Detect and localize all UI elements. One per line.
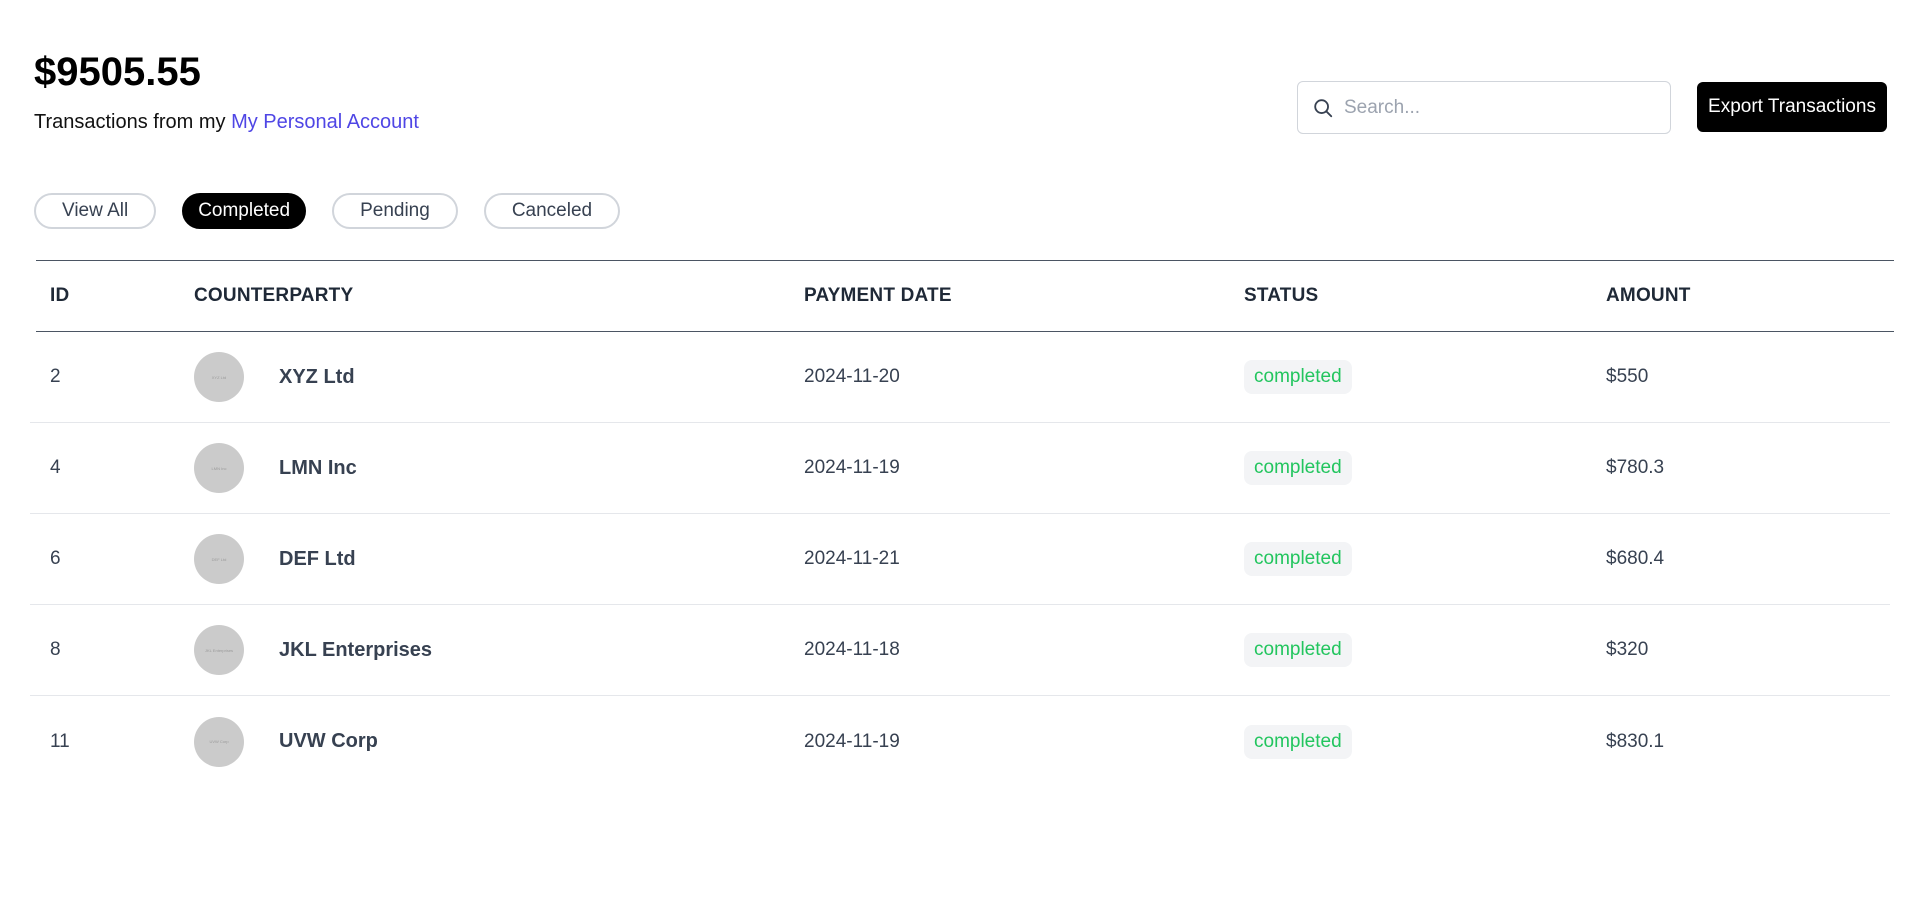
row-counterparty: UVW Corp UVW Corp (194, 716, 804, 767)
export-transactions-button[interactable]: Export Transactions (1697, 82, 1887, 132)
row-counterparty: XYZ Ltd XYZ Ltd (194, 352, 804, 402)
filter-canceled[interactable]: Canceled (483, 193, 621, 229)
transactions-table: ID COUNTERPARTY PAYMENT DATE STATUS AMOU… (30, 260, 1894, 787)
counterparty-name: LMN Inc (279, 456, 357, 479)
filter-view-all[interactable]: View All (34, 193, 157, 229)
counterparty-name: JKL Enterprises (279, 638, 433, 661)
counterparty-name: UVW Corp (279, 730, 378, 752)
account-balance: $9505.55 (34, 50, 201, 94)
search-box[interactable] (1297, 81, 1671, 134)
table-row[interactable]: 11 UVW Corp UVW Corp 2024-11-19 complete… (30, 696, 1890, 787)
row-id: 6 (50, 548, 61, 569)
status-filter-group: View All Completed Pending Canceled (34, 193, 621, 229)
row-counterparty: JKL Enterprises JKL Enterprises (194, 625, 804, 675)
row-amount: $830.1 (1606, 730, 1665, 752)
table-row[interactable]: 6 DEF Ltd DEF Ltd 2024-11-21 completed $… (30, 514, 1890, 605)
table-header: ID COUNTERPARTY PAYMENT DATE STATUS AMOU… (36, 260, 1894, 332)
search-icon (1314, 98, 1333, 117)
row-id: 11 (50, 730, 70, 752)
table-row[interactable]: 4 LMN Inc LMN Inc 2024-11-19 completed $… (30, 423, 1890, 514)
row-amount: $680.4 (1606, 548, 1665, 569)
avatar: UVW Corp (194, 716, 244, 767)
filter-completed[interactable]: Completed (182, 193, 307, 229)
column-header-payment-date: PAYMENT DATE (804, 285, 952, 306)
status-badge: completed (1244, 360, 1352, 394)
subtitle-prefix: Transactions from my (34, 111, 226, 133)
row-status: completed (1244, 633, 1606, 667)
table-row[interactable]: 8 JKL Enterprises JKL Enterprises 2024-1… (30, 605, 1890, 696)
row-counterparty: DEF Ltd DEF Ltd (194, 534, 804, 584)
avatar: LMN Inc (194, 443, 244, 493)
column-header-counterparty: COUNTERPARTY (194, 285, 354, 306)
row-status: completed (1244, 451, 1606, 485)
transactions-page: $9505.55 Transactions from my My Persona… (0, 0, 1918, 907)
status-badge: completed (1244, 724, 1352, 759)
row-payment-date: 2024-11-20 (804, 366, 900, 387)
account-link[interactable]: My Personal Account (231, 111, 419, 133)
row-status: completed (1244, 542, 1606, 576)
row-id: 8 (50, 639, 61, 660)
counterparty-name: DEF Ltd (279, 547, 356, 570)
status-badge: completed (1244, 633, 1352, 667)
column-header-amount: AMOUNT (1606, 285, 1691, 306)
row-amount: $320 (1606, 639, 1649, 660)
avatar: JKL Enterprises (194, 625, 244, 675)
row-counterparty: LMN Inc LMN Inc (194, 443, 804, 493)
row-id: 4 (50, 457, 61, 478)
row-status: completed (1244, 724, 1606, 759)
column-header-status: STATUS (1244, 285, 1319, 306)
row-payment-date: 2024-11-21 (804, 548, 900, 569)
avatar: XYZ Ltd (194, 352, 244, 402)
avatar: DEF Ltd (194, 534, 244, 584)
row-payment-date: 2024-11-19 (804, 730, 900, 752)
status-badge: completed (1244, 542, 1352, 576)
page-header: $9505.55 Transactions from my My Persona… (34, 48, 419, 134)
search-input[interactable] (1344, 96, 1644, 119)
filter-pending[interactable]: Pending (332, 193, 458, 229)
row-payment-date: 2024-11-18 (804, 639, 900, 660)
column-header-id: ID (50, 285, 70, 306)
row-payment-date: 2024-11-19 (804, 457, 900, 478)
counterparty-name: XYZ Ltd (279, 365, 355, 388)
row-status: completed (1244, 360, 1606, 394)
row-amount: $780.3 (1606, 457, 1665, 478)
row-amount: $550 (1606, 366, 1649, 387)
page-subtitle: Transactions from my My Personal Account (34, 110, 419, 134)
table-row[interactable]: 2 XYZ Ltd XYZ Ltd 2024-11-20 completed $… (30, 332, 1890, 423)
status-badge: completed (1244, 451, 1352, 485)
row-id: 2 (50, 366, 61, 387)
